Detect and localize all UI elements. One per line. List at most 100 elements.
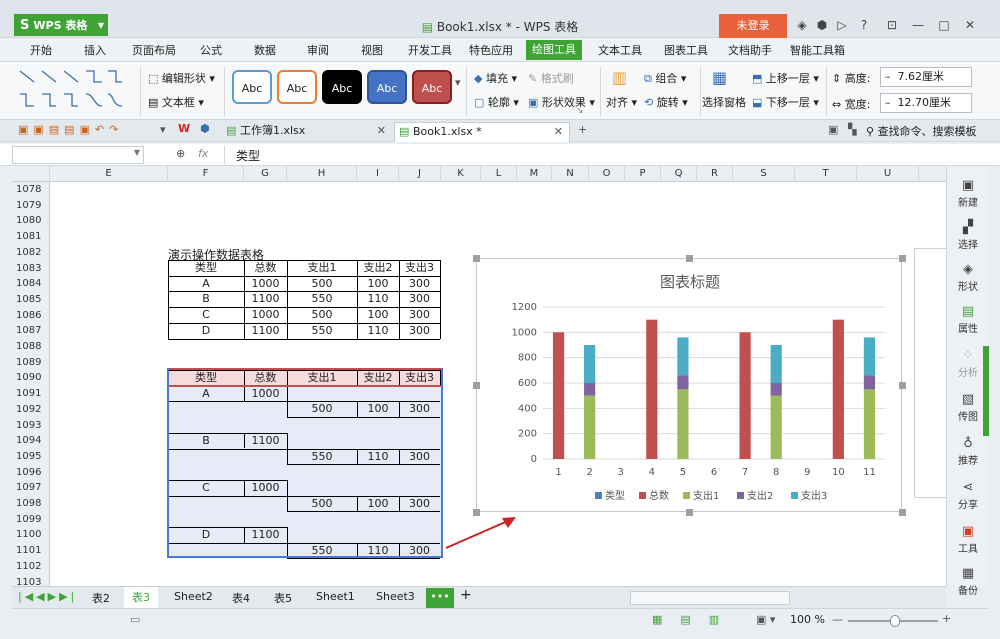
table2-type-cell[interactable]: A: [168, 386, 244, 402]
table2-header-cell[interactable]: 总数: [244, 370, 287, 386]
bar-segment-支出3[interactable]: [677, 337, 689, 376]
table1-header-cell[interactable]: 支出2: [357, 260, 399, 276]
row-header[interactable]: 1092: [12, 402, 49, 418]
horizontal-scrollbar[interactable]: [630, 591, 790, 605]
doc-tab-workbook1[interactable]: ▤ 工作簿1.xlsx ✕: [222, 122, 392, 142]
row-header[interactable]: 1084: [12, 276, 49, 292]
bar-segment-支出2[interactable]: [677, 375, 689, 390]
reading-mode-icon[interactable]: ▣ ▾: [756, 613, 775, 626]
bar-segment-支出2[interactable]: [584, 383, 596, 396]
row-header[interactable]: 1099: [12, 512, 49, 528]
table2-expense3-cell[interactable]: 300: [399, 449, 440, 465]
table1-header-cell[interactable]: 总数: [244, 260, 287, 276]
tab-view[interactable]: 视图: [361, 42, 383, 58]
resize-handle[interactable]: [473, 509, 480, 516]
close-tab-icon[interactable]: ✕: [554, 123, 563, 141]
table1-cell[interactable]: 1100: [244, 291, 287, 307]
table2-total-cell[interactable]: 1100: [244, 433, 287, 449]
tab-doc-assistant[interactable]: 文档助手: [728, 42, 772, 58]
rotate-button[interactable]: ⟲ 旋转 ▾: [644, 94, 688, 110]
resize-handle[interactable]: [686, 255, 693, 262]
table2-total-cell[interactable]: 1000: [244, 386, 287, 402]
table1-cell[interactable]: 100: [357, 276, 399, 292]
tab-page-layout[interactable]: 页面布局: [132, 42, 176, 58]
tab-text-tools[interactable]: 文本工具: [598, 42, 642, 58]
width-input[interactable]: – 12.70厘米: [880, 93, 972, 113]
table2-type-cell[interactable]: D: [168, 527, 244, 543]
row-header[interactable]: 1088: [12, 339, 49, 355]
row-header[interactable]: 1102: [12, 559, 49, 575]
stacked-bar-chart[interactable]: 图表标题 0 200 400 600 800 1000 1200 1 2 3 4 5 6 7 8 9 10 11…: [473, 255, 906, 516]
table1-header-cell[interactable]: 支出3: [399, 260, 440, 276]
sheet-nav-arrows[interactable]: |◀◀▶▶|: [18, 590, 77, 603]
settings-icon[interactable]: ⬢: [814, 17, 830, 33]
restore-ribbon-icon[interactable]: ⊡: [884, 17, 900, 33]
row-header[interactable]: 1080: [12, 213, 49, 229]
row-header[interactable]: 1089: [12, 355, 49, 371]
panel-shape[interactable]: ◈ 形状: [947, 262, 989, 293]
panel-select[interactable]: ▞ 选择: [947, 220, 989, 251]
table2-type-cell[interactable]: C: [168, 480, 244, 496]
panel-tools[interactable]: ▣ 工具: [947, 524, 989, 555]
legend-entry[interactable]: 支出2: [747, 489, 773, 502]
select-all-corner[interactable]: [12, 166, 50, 182]
zoom-out-icon[interactable]: —: [832, 613, 843, 626]
table2-total-cell[interactable]: 1000: [244, 480, 287, 496]
legend-entry[interactable]: 支出3: [801, 489, 827, 502]
add-sheet-icon[interactable]: +: [460, 587, 472, 603]
more-sheets-icon[interactable]: •••: [426, 588, 454, 608]
zoom-in-icon[interactable]: +: [942, 612, 951, 625]
table1-cell[interactable]: 550: [287, 323, 357, 339]
quick-access-toolbar[interactable]: ▣▣▤▤▣↶↷: [18, 123, 123, 136]
table1-cell[interactable]: 100: [357, 307, 399, 323]
sheet-tab[interactable]: Sheet3: [376, 590, 415, 603]
wps-w-icon[interactable]: W: [178, 122, 190, 135]
table2-expense2-cell[interactable]: 100: [357, 401, 399, 417]
table2-expense2-cell[interactable]: 110: [357, 449, 399, 465]
resize-handle[interactable]: [899, 255, 906, 262]
textbox-button[interactable]: ▤ 文本框 ▾: [148, 94, 204, 110]
fill-button[interactable]: ◆ 填充 ▾: [474, 70, 517, 86]
quick-access-more-icon[interactable]: ▾: [160, 123, 166, 136]
bar-segment-支出1[interactable]: [863, 389, 876, 459]
sheet-tab[interactable]: 表5: [274, 590, 292, 606]
tab-chart-tools[interactable]: 图表工具: [664, 42, 708, 58]
bar-segment-总数[interactable]: [552, 332, 565, 459]
table1-cell[interactable]: 110: [357, 291, 399, 307]
table1-cell[interactable]: 1000: [244, 307, 287, 323]
column-header[interactable]: K: [441, 166, 481, 182]
sheet-tab-active[interactable]: 表3: [124, 587, 158, 609]
row-header[interactable]: 1078: [12, 182, 49, 198]
row-header[interactable]: 1096: [12, 465, 49, 481]
group-button[interactable]: ⧉ 组合 ▾: [644, 70, 686, 86]
close-tab-icon[interactable]: ✕: [377, 122, 386, 140]
table1-cell[interactable]: A: [168, 276, 244, 292]
table1-cell[interactable]: 300: [399, 307, 440, 323]
column-header[interactable]: R: [697, 166, 733, 182]
bar-segment-总数[interactable]: [739, 332, 751, 459]
bar-segment-支出2[interactable]: [863, 375, 876, 390]
row-header[interactable]: 1100: [12, 527, 49, 543]
panel-collapse-handle[interactable]: [983, 346, 989, 436]
table1-cell[interactable]: 1100: [244, 323, 287, 339]
column-header[interactable]: P: [625, 166, 661, 182]
row-header[interactable]: 1083: [12, 261, 49, 277]
selection-pane-button[interactable]: 选择窗格: [702, 94, 746, 110]
close-icon[interactable]: ✕: [962, 17, 978, 33]
column-header[interactable]: E: [50, 166, 168, 182]
table1-header-cell[interactable]: 支出1: [287, 260, 357, 276]
column-header[interactable]: Q: [661, 166, 697, 182]
table1-cell[interactable]: D: [168, 323, 244, 339]
table1-cell[interactable]: 500: [287, 307, 357, 323]
table2-header-cell[interactable]: 类型: [168, 370, 244, 386]
bar-segment-支出1[interactable]: [770, 395, 782, 459]
column-header[interactable]: L: [481, 166, 517, 182]
tab-drawing-tools[interactable]: 绘图工具: [526, 40, 582, 60]
resize-handle[interactable]: [473, 382, 480, 389]
row-header[interactable]: 1094: [12, 433, 49, 449]
style-gallery-more[interactable]: ▾: [455, 76, 461, 89]
legend-entry[interactable]: 支出1: [693, 489, 719, 502]
row-header[interactable]: 1079: [12, 198, 49, 214]
column-header[interactable]: G: [244, 166, 287, 182]
row-header[interactable]: 1095: [12, 449, 49, 465]
